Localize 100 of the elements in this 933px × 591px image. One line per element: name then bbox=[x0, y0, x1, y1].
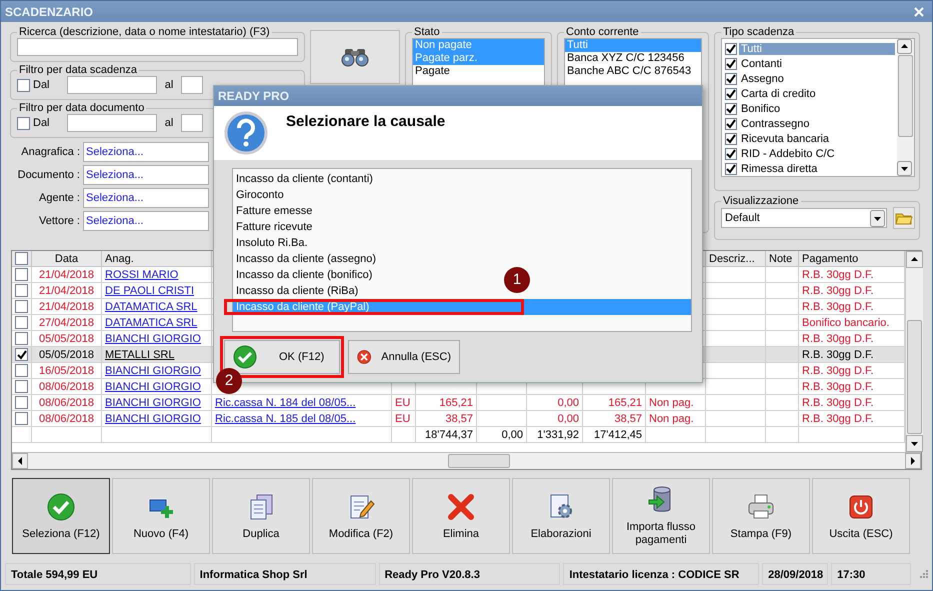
toolbar-button[interactable]: Seleziona (F12) bbox=[12, 478, 110, 554]
checkbox[interactable] bbox=[15, 252, 28, 265]
list-item[interactable]: Incasso da cliente (assegno) bbox=[233, 251, 380, 267]
toolbar-button[interactable]: Nuovo (F4) bbox=[112, 478, 210, 554]
link-cell[interactable]: DE PAOLI CRISTI bbox=[102, 283, 212, 299]
scroll-thumb[interactable] bbox=[898, 55, 913, 137]
search-field[interactable] bbox=[17, 38, 298, 56]
scroll-up-icon[interactable] bbox=[897, 39, 912, 54]
checkbox[interactable] bbox=[725, 162, 737, 174]
empty-cell bbox=[706, 283, 766, 299]
column-header[interactable]: Note bbox=[766, 251, 799, 267]
checkbox[interactable] bbox=[725, 88, 737, 100]
checkbox[interactable] bbox=[725, 42, 737, 54]
folder-button[interactable] bbox=[893, 207, 915, 229]
select-field[interactable]: Seleziona... bbox=[83, 211, 209, 231]
checkbox[interactable] bbox=[15, 268, 28, 281]
list-item[interactable]: Ricevuta bancaria bbox=[739, 132, 832, 144]
scroll-right-icon[interactable] bbox=[905, 453, 921, 469]
toolbar-button[interactable]: Modifica (F2) bbox=[312, 478, 410, 554]
scroll-thumb[interactable] bbox=[448, 454, 510, 468]
link-cell[interactable]: ROSSI MARIO bbox=[102, 267, 212, 283]
empty-cell bbox=[766, 411, 799, 427]
table-cell: 38,57 bbox=[416, 411, 477, 427]
checkbox[interactable] bbox=[725, 148, 737, 160]
checkbox[interactable] bbox=[725, 102, 737, 114]
scroll-up-icon[interactable] bbox=[906, 251, 923, 268]
list-item[interactable]: Giroconto bbox=[233, 187, 287, 203]
checkbox[interactable] bbox=[725, 118, 737, 130]
scroll-left-icon[interactable] bbox=[12, 453, 28, 469]
checkbox[interactable] bbox=[15, 412, 28, 425]
checkbox[interactable] bbox=[725, 72, 737, 84]
link-cell[interactable]: DATAMATICA SRL bbox=[102, 299, 212, 315]
checkbox[interactable] bbox=[725, 58, 737, 70]
checkbox[interactable] bbox=[17, 116, 30, 130]
list-item[interactable]: Carta di credito bbox=[739, 88, 818, 100]
list-item[interactable]: Incasso da cliente (RiBa) bbox=[233, 283, 362, 299]
caret-icon[interactable] bbox=[870, 210, 885, 226]
list-item[interactable]: Bonifico bbox=[739, 102, 782, 114]
scroll-down-icon[interactable] bbox=[906, 435, 923, 452]
list-item[interactable]: Fatture emesse bbox=[233, 203, 316, 219]
close-icon[interactable] bbox=[914, 6, 924, 16]
empty-cell bbox=[706, 395, 766, 411]
checkbox[interactable] bbox=[17, 78, 30, 92]
list-item[interactable]: Incasso da cliente (contanti) bbox=[233, 171, 376, 187]
link-cell[interactable]: BIANCHI GIORGIO bbox=[102, 411, 212, 427]
select-field[interactable]: Seleziona... bbox=[83, 142, 209, 162]
list-item[interactable]: Pagate bbox=[413, 65, 544, 78]
ok-button[interactable]: OK (F12) bbox=[224, 340, 340, 374]
scroll-down-icon[interactable] bbox=[897, 161, 912, 176]
toolbar-button[interactable]: Importa flusso pagamenti bbox=[612, 478, 710, 554]
toolbar-button[interactable]: Stampa (F9) bbox=[712, 478, 810, 554]
checkbox[interactable] bbox=[15, 364, 28, 377]
scrollbar[interactable] bbox=[905, 251, 923, 452]
link-cell[interactable]: Ric.cassa N. 185 del 08/05... bbox=[212, 411, 392, 427]
cancel-button[interactable]: Annulla (ESC) bbox=[348, 340, 460, 374]
column-header[interactable]: Descriz... bbox=[706, 251, 766, 267]
link-cell[interactable]: METALLI SRL bbox=[102, 347, 212, 363]
list-item[interactable]: Contanti bbox=[739, 58, 784, 70]
checkbox[interactable] bbox=[725, 132, 737, 144]
checkbox[interactable] bbox=[15, 300, 28, 313]
link-cell[interactable]: BIANCHI GIORGIO bbox=[102, 363, 212, 379]
date-field[interactable] bbox=[181, 76, 203, 94]
toolbar-button[interactable]: Elimina bbox=[412, 478, 510, 554]
column-header[interactable]: Anag. bbox=[102, 251, 212, 267]
toolbar-button[interactable]: Elaborazioni bbox=[512, 478, 610, 554]
checkbox[interactable] bbox=[15, 316, 28, 329]
view-dropdown[interactable]: Default bbox=[721, 208, 887, 228]
list-item[interactable]: RID - Addebito C/C bbox=[739, 148, 837, 160]
list-item[interactable]: Insoluto Ri.Ba. bbox=[233, 235, 311, 251]
checkbox[interactable] bbox=[15, 332, 28, 345]
scrollbar[interactable] bbox=[12, 452, 921, 469]
date-field[interactable] bbox=[67, 114, 157, 132]
list-item[interactable]: Rimessa diretta bbox=[739, 162, 820, 174]
select-field[interactable]: Seleziona... bbox=[83, 188, 209, 208]
select-field[interactable]: Seleziona... bbox=[83, 165, 209, 185]
link-cell[interactable]: BIANCHI GIORGIO bbox=[102, 379, 212, 395]
list-item[interactable]: Banca XYZ C/C 123456 bbox=[565, 52, 701, 65]
checkbox[interactable] bbox=[15, 396, 28, 409]
empty-cell bbox=[706, 427, 766, 443]
toolbar-button[interactable]: Duplica bbox=[212, 478, 310, 554]
column-header[interactable]: Data bbox=[32, 251, 102, 267]
list-item[interactable]: Incasso da cliente (bonifico) bbox=[233, 267, 376, 283]
list-item[interactable]: Contrassegno bbox=[739, 118, 812, 130]
checkbox[interactable] bbox=[15, 348, 28, 361]
date-field[interactable] bbox=[67, 76, 157, 94]
column-header[interactable]: Pagamento bbox=[799, 251, 905, 267]
list-item[interactable]: Fatture ricevute bbox=[233, 219, 316, 235]
resize-grip-icon[interactable] bbox=[920, 570, 928, 578]
list-item[interactable]: Assegno bbox=[739, 72, 786, 84]
checkbox[interactable] bbox=[15, 284, 28, 297]
link-cell[interactable]: DATAMATICA SRL bbox=[102, 315, 212, 331]
link-cell[interactable]: BIANCHI GIORGIO bbox=[102, 395, 212, 411]
scrollbar[interactable] bbox=[897, 39, 914, 176]
checkbox[interactable] bbox=[15, 380, 28, 393]
date-field[interactable] bbox=[181, 114, 203, 132]
link-cell[interactable]: Ric.cassa N. 184 del 08/05... bbox=[212, 395, 392, 411]
search-button[interactable] bbox=[310, 30, 400, 84]
toolbar-button[interactable]: Uscita (ESC) bbox=[812, 478, 910, 554]
scroll-thumb[interactable] bbox=[907, 320, 922, 434]
list-item[interactable]: Banche ABC C/C 876543 bbox=[565, 65, 701, 78]
